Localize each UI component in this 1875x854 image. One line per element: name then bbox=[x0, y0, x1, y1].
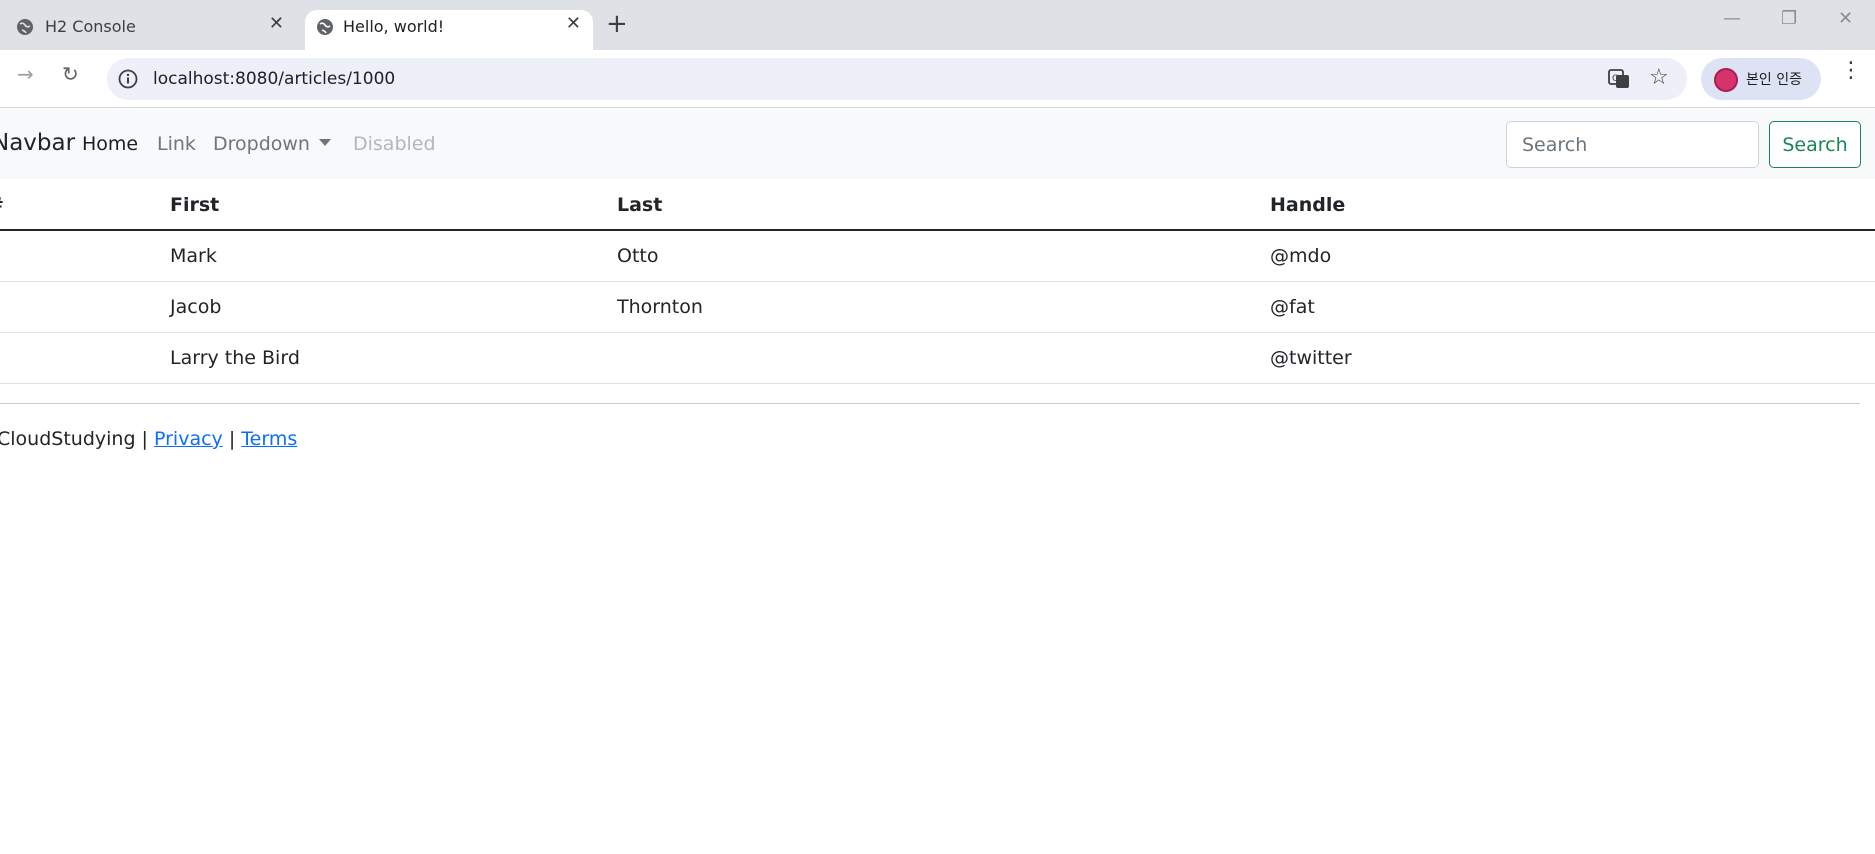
close-window-icon[interactable]: ✕ bbox=[1838, 10, 1853, 28]
forward-icon[interactable]: → bbox=[17, 63, 34, 85]
globe-icon bbox=[17, 19, 33, 35]
footer-divider bbox=[0, 403, 1860, 404]
cell-handle: @fat bbox=[1270, 295, 1315, 318]
profile-button[interactable]: 본인 인증 bbox=[1701, 58, 1821, 100]
navbar-brand[interactable]: Navbar bbox=[0, 130, 75, 156]
cell-number: 2 bbox=[0, 281, 170, 332]
footer: CloudStudying | Privacy | Terms bbox=[0, 428, 297, 450]
reload-icon[interactable]: ↻ bbox=[62, 63, 79, 85]
cell-handle: @mdo bbox=[1270, 244, 1332, 267]
info-icon[interactable] bbox=[117, 68, 139, 90]
cell-last bbox=[617, 332, 1270, 383]
cell-number: 1 bbox=[0, 230, 170, 281]
browser-tabstrip: H2 Console ✕ Hello, world! ✕ + — ❐ ✕ bbox=[0, 0, 1875, 50]
tab-h2-console[interactable]: H2 Console ✕ bbox=[0, 10, 300, 50]
restore-icon[interactable]: ❐ bbox=[1781, 10, 1797, 28]
address-bar[interactable]: localhost:8080/articles/1000 G ☆ bbox=[107, 58, 1687, 100]
close-icon[interactable]: ✕ bbox=[566, 15, 581, 33]
tab-title: H2 Console bbox=[45, 17, 136, 36]
footer-text: CloudStudying | bbox=[0, 428, 148, 450]
table-body: 1 Mark Otto @mdo 2 Jacob Thornton @fat 3… bbox=[0, 230, 1875, 383]
cell-last: Otto bbox=[617, 244, 659, 267]
new-tab-icon[interactable]: + bbox=[606, 11, 628, 37]
cell-number: 3 bbox=[0, 332, 170, 383]
terms-link[interactable]: Terms bbox=[241, 428, 297, 450]
svg-text:G: G bbox=[1612, 74, 1619, 84]
search-input[interactable] bbox=[1506, 121, 1759, 168]
close-icon[interactable]: ✕ bbox=[269, 15, 284, 33]
header-handle: Handle bbox=[1270, 193, 1346, 216]
table-row: 2 Jacob Thornton @fat bbox=[0, 281, 1875, 332]
nav-link-disabled: Disabled bbox=[353, 133, 436, 155]
tab-title: Hello, world! bbox=[343, 17, 445, 36]
page-navbar: Navbar Home Link Dropdown Disabled Searc… bbox=[0, 109, 1875, 179]
cell-first: Mark bbox=[170, 244, 217, 267]
bookmark-star-icon[interactable]: ☆ bbox=[1649, 65, 1669, 91]
cell-first: Jacob bbox=[170, 295, 222, 318]
minimize-icon[interactable]: — bbox=[1723, 10, 1741, 28]
browser-toolbar: → ↻ localhost:8080/articles/1000 G ☆ 본인 … bbox=[0, 50, 1875, 108]
cell-first: Larry the Bird bbox=[170, 346, 300, 369]
nav-link-link[interactable]: Link bbox=[157, 133, 196, 155]
caret-down-icon bbox=[318, 139, 331, 146]
search-button[interactable]: Search bbox=[1769, 121, 1861, 168]
url-text: localhost:8080/articles/1000 bbox=[153, 69, 396, 89]
header-number: # bbox=[0, 180, 170, 230]
nav-dropdown[interactable]: Dropdown bbox=[213, 133, 331, 155]
more-menu-icon[interactable]: ⋮ bbox=[1840, 60, 1862, 82]
translate-icon[interactable]: G bbox=[1607, 67, 1631, 91]
table-row: 1 Mark Otto @mdo bbox=[0, 230, 1875, 281]
header-first: First bbox=[170, 193, 220, 216]
cell-handle: @twitter bbox=[1270, 346, 1352, 369]
footer-separator: | bbox=[228, 428, 236, 450]
cell-last: Thornton bbox=[617, 295, 703, 318]
privacy-link[interactable]: Privacy bbox=[154, 428, 223, 450]
table-row: 3 Larry the Bird @twitter bbox=[0, 332, 1875, 383]
globe-icon bbox=[317, 19, 333, 35]
table-header: # First Last Handle bbox=[0, 180, 1875, 230]
avatar bbox=[1714, 68, 1738, 92]
nav-dropdown-label: Dropdown bbox=[213, 133, 310, 155]
data-table: # First Last Handle 1 Mark Otto @mdo 2 J… bbox=[0, 180, 1875, 384]
profile-label: 본인 인증 bbox=[1746, 72, 1802, 88]
tab-hello-world[interactable]: Hello, world! ✕ bbox=[305, 10, 593, 50]
header-row: # First Last Handle bbox=[0, 180, 1875, 230]
header-last: Last bbox=[617, 193, 663, 216]
nav-link-home[interactable]: Home bbox=[82, 133, 138, 155]
